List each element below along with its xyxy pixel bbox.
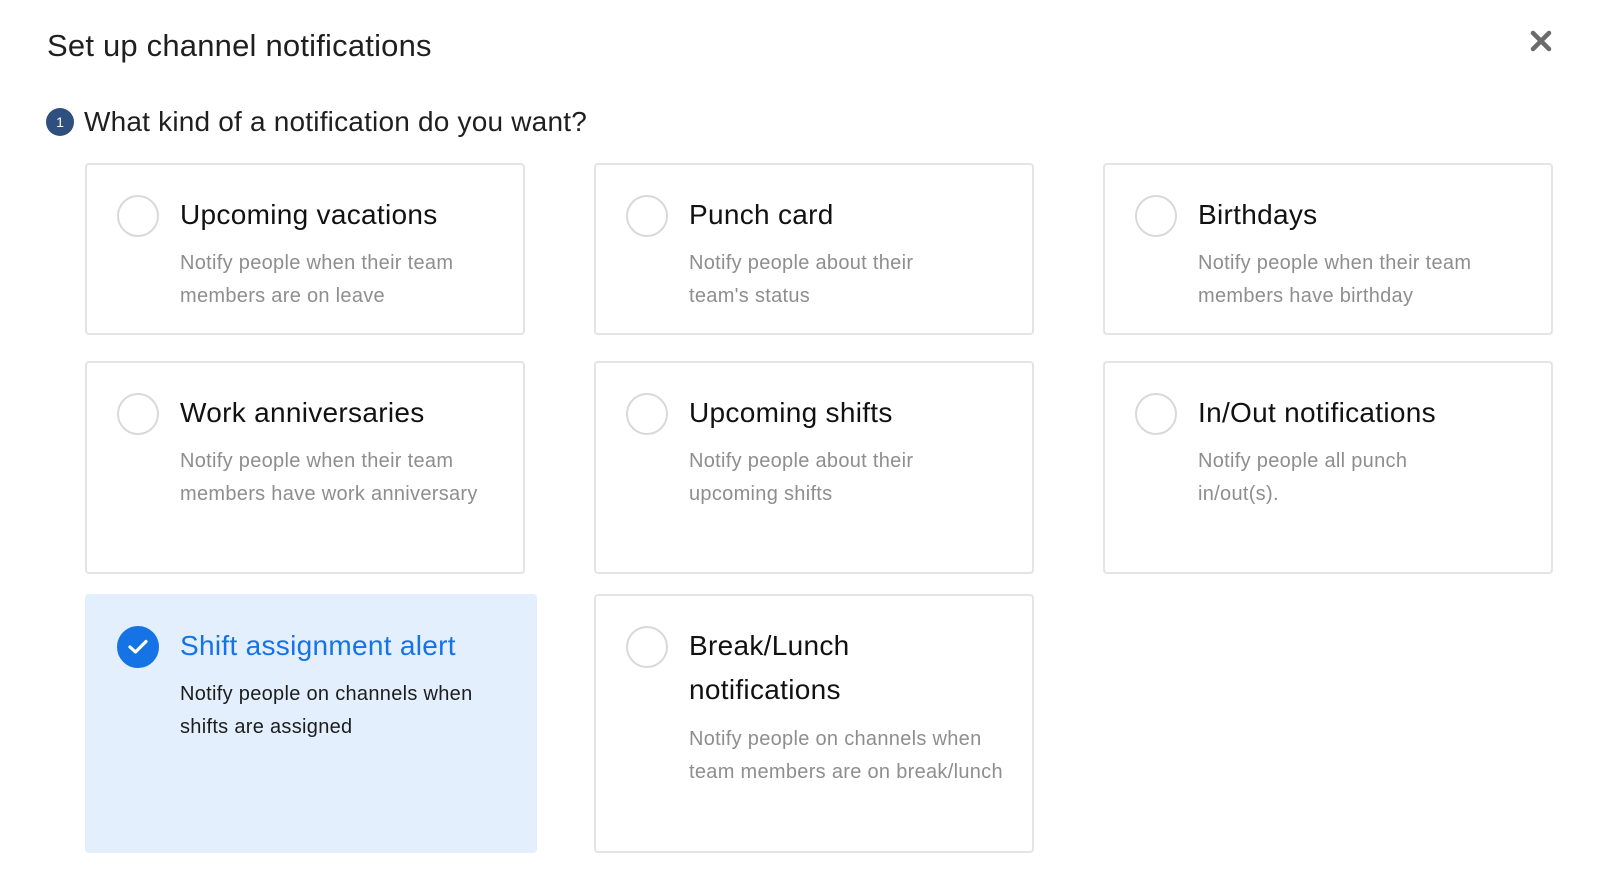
option-description: Notify people all punch in/out(s). bbox=[1198, 450, 1408, 505]
option-title: Break/Lunch notifications bbox=[689, 630, 850, 705]
option-title: Work anniversaries bbox=[180, 397, 425, 428]
option-title: Upcoming vacations bbox=[180, 199, 438, 230]
checkmark-icon bbox=[128, 639, 148, 654]
radio-button[interactable] bbox=[1135, 393, 1177, 435]
option-card-upcoming-shifts[interactable]: Upcoming shifts Notify people about thei… bbox=[594, 361, 1034, 574]
option-description: Notify people when their team members ar… bbox=[180, 252, 454, 307]
option-card-upcoming-vacations[interactable]: Upcoming vacations Notify people when th… bbox=[85, 163, 525, 335]
option-card-in-out-notifications[interactable]: In/Out notifications Notify people all p… bbox=[1103, 361, 1553, 574]
step-number-badge: 1 bbox=[46, 108, 74, 136]
step-question: What kind of a notification do you want? bbox=[84, 106, 587, 137]
close-icon[interactable] bbox=[1528, 28, 1554, 54]
option-description: Notify people on channels when shifts ar… bbox=[180, 683, 473, 738]
option-description: Notify people when their team members ha… bbox=[1198, 252, 1472, 307]
notification-setup-dialog: Set up channel notifications 1 What kind… bbox=[0, 0, 1600, 878]
option-card-shift-assignment-alert[interactable]: Shift assignment alert Notify people on … bbox=[85, 594, 537, 853]
option-card-birthdays[interactable]: Birthdays Notify people when their team … bbox=[1103, 163, 1553, 335]
radio-button[interactable] bbox=[117, 393, 159, 435]
radio-button[interactable] bbox=[626, 393, 668, 435]
option-card-punch-card[interactable]: Punch card Notify people about their tea… bbox=[594, 163, 1034, 335]
option-description: Notify people about their team's status bbox=[689, 252, 914, 307]
option-description: Notify people when their team members ha… bbox=[180, 450, 478, 505]
option-title: Upcoming shifts bbox=[689, 397, 893, 428]
radio-button[interactable] bbox=[626, 195, 668, 237]
option-title: Birthdays bbox=[1198, 199, 1318, 230]
radio-button-checked[interactable] bbox=[117, 626, 159, 668]
dialog-title: Set up channel notifications bbox=[47, 28, 432, 63]
radio-button[interactable] bbox=[626, 626, 668, 668]
option-card-work-anniversaries[interactable]: Work anniversaries Notify people when th… bbox=[85, 361, 525, 574]
radio-button[interactable] bbox=[117, 195, 159, 237]
option-description: Notify people on channels when team memb… bbox=[689, 728, 1003, 783]
option-title: In/Out notifications bbox=[1198, 397, 1436, 428]
step-header: 1 What kind of a notification do you wan… bbox=[46, 104, 587, 140]
option-title: Punch card bbox=[689, 199, 834, 230]
option-description: Notify people about their upcoming shift… bbox=[689, 450, 914, 505]
option-title: Shift assignment alert bbox=[180, 630, 456, 661]
radio-button[interactable] bbox=[1135, 195, 1177, 237]
option-card-break-lunch-notifications[interactable]: Break/Lunch notifications Notify people … bbox=[594, 594, 1034, 853]
